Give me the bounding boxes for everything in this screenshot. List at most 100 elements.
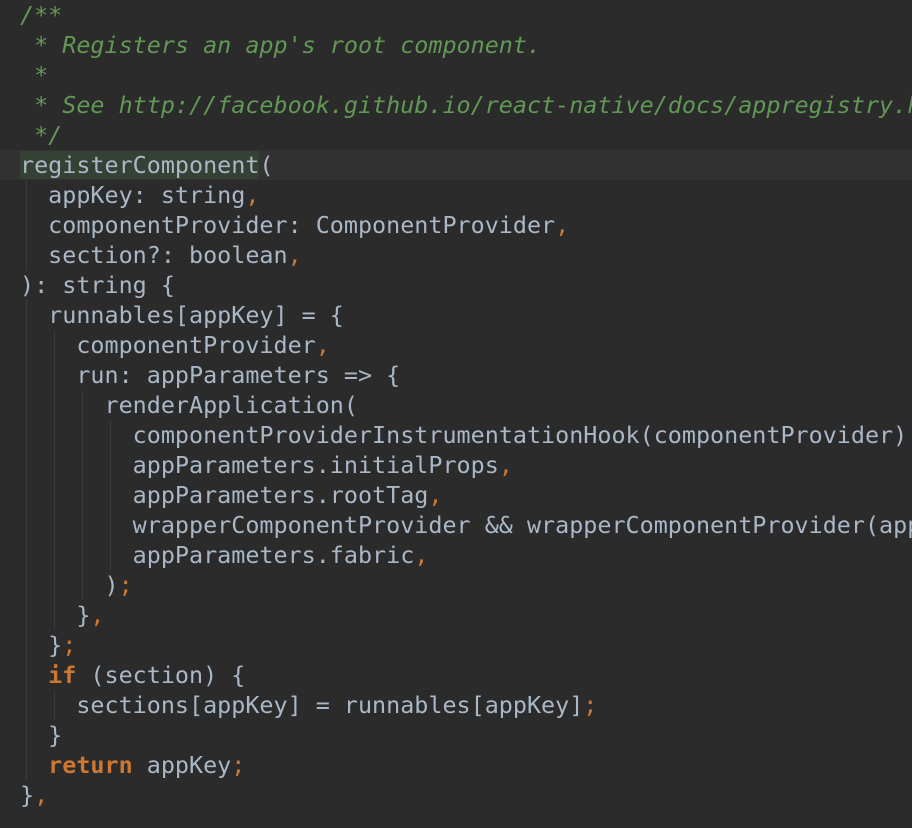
punctuation-token: ,: [907, 421, 912, 449]
code-token: }: [20, 781, 35, 809]
code-token: componentProvider: ComponentProvider: [20, 211, 556, 239]
code-line[interactable]: appParameters.initialProps,: [0, 450, 912, 480]
code-token: section?: boolean: [20, 241, 288, 269]
punctuation-token: ,: [498, 451, 513, 479]
code-token: renderApplication(: [20, 391, 358, 419]
code-text: section?: boolean,: [20, 240, 302, 270]
punctuation-token: ;: [62, 631, 77, 659]
code-line[interactable]: appKey: string,: [0, 180, 912, 210]
code-text: componentProviderInstrumentationHook(com…: [20, 420, 912, 450]
code-token: componentProvider: [20, 331, 316, 359]
code-text: );: [20, 570, 133, 600]
code-token: ): string {: [20, 271, 175, 299]
code-text: wrapperComponentProvider && wrapperCompo…: [20, 510, 912, 540]
code-token: appParameters.initialProps: [20, 451, 499, 479]
code-line[interactable]: renderApplication(: [0, 390, 912, 420]
code-line[interactable]: sections[appKey] = runnables[appKey];: [0, 690, 912, 720]
code-line[interactable]: },: [0, 600, 912, 630]
code-token: sections[appKey] = runnables[appKey]: [20, 691, 584, 719]
comment-token: /**: [20, 1, 63, 29]
code-text: },: [20, 600, 105, 630]
code-line[interactable]: appParameters.fabric,: [0, 540, 912, 570]
punctuation-token: ,: [555, 211, 570, 239]
punctuation-token: ,: [245, 181, 260, 209]
comment-token: */: [20, 121, 63, 149]
code-line[interactable]: }: [0, 720, 912, 750]
code-token: registerComponent: [20, 151, 260, 179]
punctuation-token: ;: [231, 751, 246, 779]
code-token: runnables[appKey] = {: [20, 301, 344, 329]
code-line[interactable]: section?: boolean,: [0, 240, 912, 270]
code-token: componentProviderInstrumentationHook(com…: [20, 421, 908, 449]
code-line[interactable]: * Registers an app's root component.: [0, 30, 912, 60]
code-line[interactable]: wrapperComponentProvider && wrapperCompo…: [0, 510, 912, 540]
code-line[interactable]: componentProvider,: [0, 330, 912, 360]
code-text: /**: [20, 0, 62, 30]
code-line[interactable]: ): string {: [0, 270, 912, 300]
code-token: }: [20, 601, 91, 629]
code-editor[interactable]: /** * Registers an app's root component.…: [0, 0, 912, 828]
punctuation-token: ,: [428, 481, 443, 509]
code-token: appKey: string: [20, 181, 246, 209]
code-token: appParameters.rootTag: [20, 481, 429, 509]
code-token: }: [20, 631, 63, 659]
code-token: }: [20, 721, 63, 749]
code-token: appKey: [132, 751, 232, 779]
punctuation-token: ,: [315, 331, 330, 359]
code-line[interactable]: *: [0, 60, 912, 90]
code-token: ): [20, 571, 119, 599]
code-text: sections[appKey] = runnables[appKey];: [20, 690, 597, 720]
code-token: appParameters.fabric: [20, 541, 415, 569]
code-text: registerComponent(: [20, 150, 274, 180]
code-line[interactable]: componentProvider: ComponentProvider,: [0, 210, 912, 240]
code-token: (: [259, 151, 274, 179]
code-token: (section) {: [76, 661, 246, 689]
code-line[interactable]: );: [0, 570, 912, 600]
code-text: },: [20, 780, 48, 810]
code-text: };: [20, 630, 76, 660]
code-line[interactable]: * See http://facebook.github.io/react-na…: [0, 90, 912, 120]
code-text: ): string {: [20, 270, 175, 300]
punctuation-token: ,: [34, 781, 49, 809]
code-token: run: appParameters => {: [20, 361, 401, 389]
code-text: * See http://facebook.github.io/react-na…: [20, 90, 912, 120]
code-line[interactable]: return appKey;: [0, 750, 912, 780]
code-text: componentProvider,: [20, 330, 330, 360]
punctuation-token: ;: [583, 691, 598, 719]
code-text: appParameters.fabric,: [20, 540, 429, 570]
code-text: componentProvider: ComponentProvider,: [20, 210, 569, 240]
code-line[interactable]: if (section) {: [0, 660, 912, 690]
code-line[interactable]: componentProviderInstrumentationHook(com…: [0, 420, 912, 450]
code-text: runnables[appKey] = {: [20, 300, 344, 330]
code-text: *: [20, 60, 48, 90]
code-line[interactable]: runnables[appKey] = {: [0, 300, 912, 330]
code-text: }: [20, 720, 62, 750]
comment-token: *: [20, 61, 49, 89]
code-text: */: [20, 120, 62, 150]
code-text: if (section) {: [20, 660, 245, 690]
code-text: appKey: string,: [20, 180, 259, 210]
code-line[interactable]: };: [0, 630, 912, 660]
code-line[interactable]: appParameters.rootTag,: [0, 480, 912, 510]
code-line[interactable]: /**: [0, 0, 912, 30]
code-text: appParameters.rootTag,: [20, 480, 443, 510]
code-text: * Registers an app's root component.: [20, 30, 541, 60]
code-line[interactable]: registerComponent(: [0, 150, 912, 180]
punctuation-token: ,: [414, 541, 429, 569]
code-line[interactable]: run: appParameters => {: [0, 360, 912, 390]
code-text: renderApplication(: [20, 390, 358, 420]
code-token: wrapperComponentProvider && wrapperCompo…: [132, 511, 912, 539]
code-line[interactable]: */: [0, 120, 912, 150]
code-line[interactable]: },: [0, 780, 912, 810]
code-text: appParameters.initialProps,: [20, 450, 513, 480]
punctuation-token: ,: [90, 601, 105, 629]
punctuation-token: ;: [118, 571, 133, 599]
keyword-token: if: [48, 661, 77, 689]
code-text: return appKey;: [20, 750, 245, 780]
punctuation-token: ,: [287, 241, 302, 269]
comment-token: * Registers an app's root component.: [20, 31, 542, 59]
code-text: run: appParameters => {: [20, 360, 400, 390]
keyword-token: return: [48, 751, 133, 779]
